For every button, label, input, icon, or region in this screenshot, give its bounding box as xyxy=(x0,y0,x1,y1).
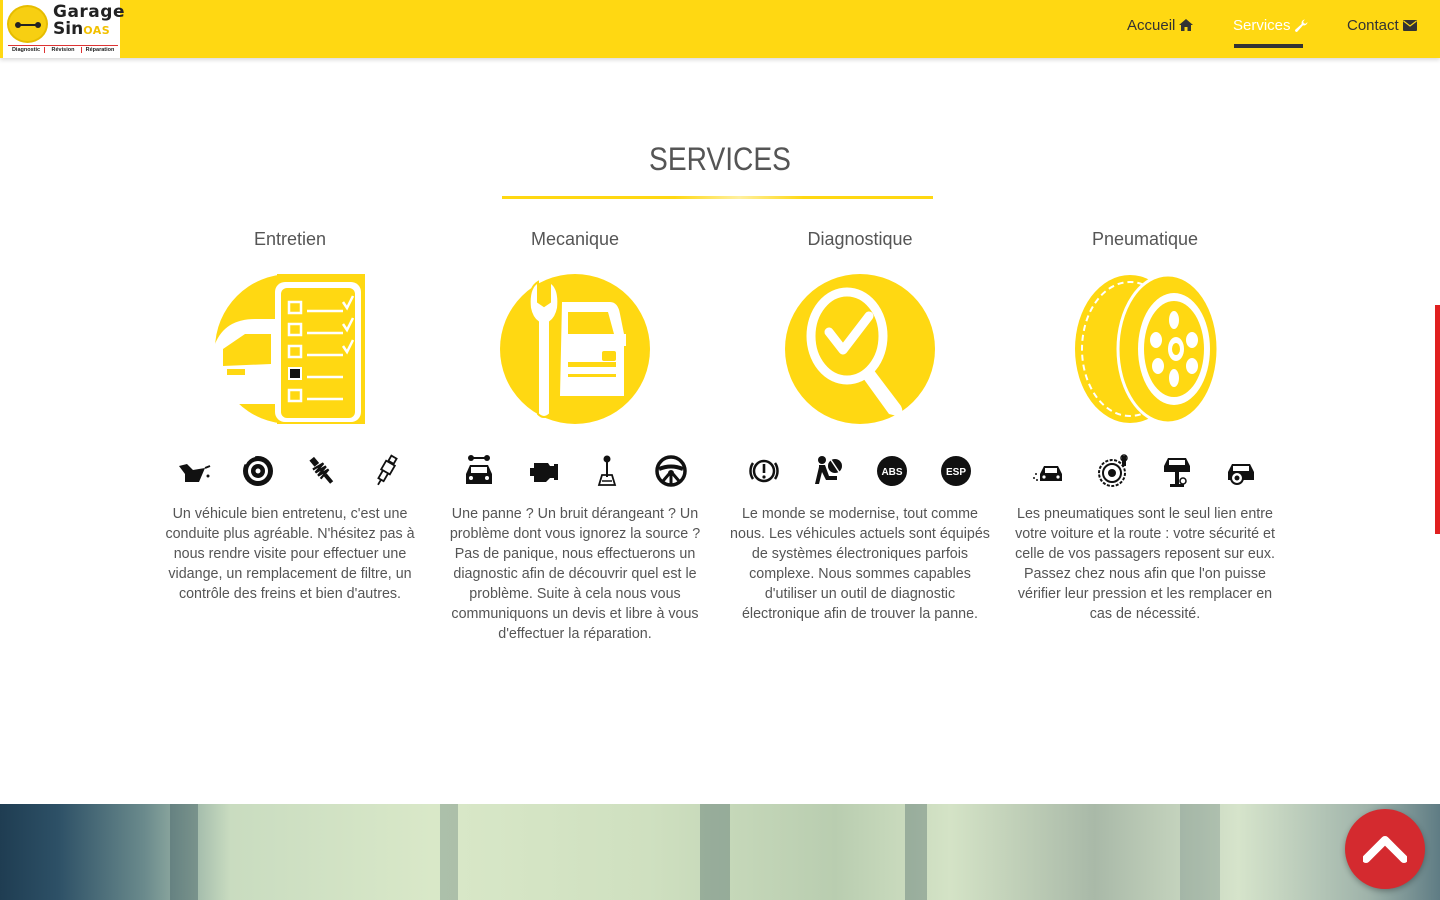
background-banner xyxy=(0,804,1440,900)
logo-line2: SinOAS xyxy=(53,19,111,39)
car-lift-icon xyxy=(1164,458,1190,487)
service-title: Diagnostique xyxy=(807,229,913,249)
service-description: Une panne ? Un bruit dérangeant ? Un pro… xyxy=(449,506,701,642)
nav-contact[interactable]: Contact xyxy=(1347,15,1417,35)
title-divider xyxy=(502,196,933,199)
car-wheel-icon xyxy=(1228,464,1254,485)
gear-shift-icon xyxy=(597,455,617,486)
esp-icon: ESP xyxy=(941,456,971,486)
magnifier-check-icon xyxy=(785,274,935,424)
service-icons xyxy=(162,454,418,494)
car-skid-icon xyxy=(1033,466,1062,481)
service-pneumatique: Pneumatique Les pneumatiques sont le seu… xyxy=(1015,228,1275,622)
service-diagnostique: Diagnostique ABS ESP Le monde se moderni… xyxy=(730,228,990,622)
wrench-icon xyxy=(1294,19,1308,32)
nav-label: Services xyxy=(1233,16,1291,34)
service-icons: ABS ESP xyxy=(732,454,988,494)
chevron-up-icon xyxy=(1363,836,1407,863)
nav-services[interactable]: Services xyxy=(1233,15,1308,35)
section-title: SERVICES xyxy=(649,141,791,177)
service-description: Un véhicule bien entretenu, c'est une co… xyxy=(165,506,415,602)
tagline-item: Réparation xyxy=(85,47,115,53)
home-icon xyxy=(1179,19,1194,31)
shock-absorber-icon xyxy=(309,456,334,484)
service-description: Le monde se modernise, tout comme nous. … xyxy=(730,506,990,622)
side-scroll-indicator xyxy=(1435,305,1440,534)
nav-label: Accueil xyxy=(1127,16,1176,34)
service-description: Les pneumatiques sont le seul lien entre… xyxy=(1015,506,1275,622)
service-title: Pneumatique xyxy=(1091,229,1199,249)
navbar: Garage SinOAS Diagnostic Révision Répara… xyxy=(0,0,1440,58)
nav-label: Contact xyxy=(1347,16,1399,34)
steering-wheel-icon xyxy=(655,455,687,487)
tagline-item: Révision xyxy=(45,47,82,53)
spark-plug-icon xyxy=(377,454,398,486)
wrench-car-icon xyxy=(500,274,650,424)
tire-icon xyxy=(1070,274,1220,424)
service-entretien: Entretien Un véhicule bien entretenu, c'… xyxy=(162,228,418,602)
service-title: Entretien xyxy=(253,229,327,249)
logo-tagline: Diagnostic Révision Réparation xyxy=(8,45,118,53)
tire-gauge-icon xyxy=(1098,454,1128,487)
nav-active-underline xyxy=(1234,44,1303,48)
abs-icon: ABS xyxy=(877,456,907,486)
service-mecanique: Mecanique Une panne ? Un bruit dérangean… xyxy=(447,228,703,642)
service-icons xyxy=(447,454,703,494)
logo-wrench-icon xyxy=(7,5,48,43)
service-icons xyxy=(1017,454,1273,494)
svg-text:ESP: ESP xyxy=(946,467,966,478)
engine-icon xyxy=(530,463,558,482)
nav-accueil[interactable]: Accueil xyxy=(1127,15,1194,35)
car-checklist-icon xyxy=(215,274,365,424)
oil-can-icon xyxy=(179,464,211,482)
car-repair-icon xyxy=(466,455,492,484)
brake-disc-icon xyxy=(243,455,273,486)
scroll-to-top-button[interactable] xyxy=(1345,809,1425,889)
svg-text:ABS: ABS xyxy=(881,467,902,478)
brake-warning-icon xyxy=(749,459,779,483)
tagline-item: Diagnostic xyxy=(8,47,45,53)
logo[interactable]: Garage SinOAS Diagnostic Révision Répara… xyxy=(3,0,124,58)
envelope-icon xyxy=(1402,19,1417,31)
service-title: Mecanique xyxy=(530,229,620,249)
airbag-icon xyxy=(815,456,842,484)
